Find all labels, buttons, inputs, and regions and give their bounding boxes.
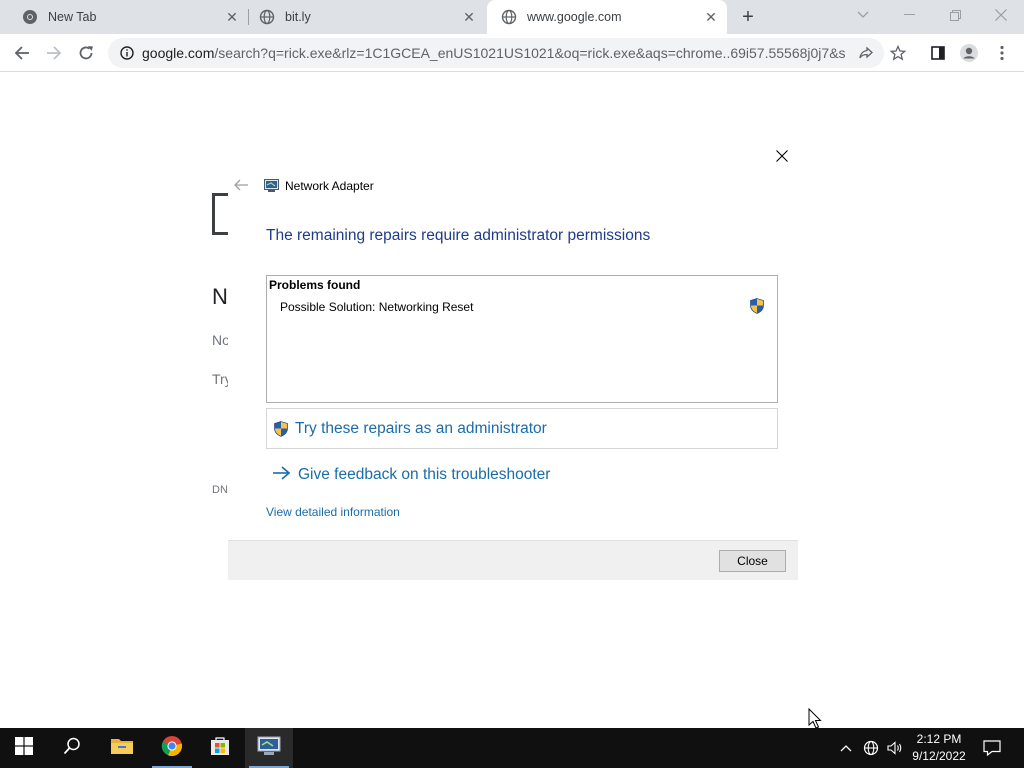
problems-list: Problems found Possible Solution: Networ… bbox=[266, 275, 778, 403]
view-detailed-information-link[interactable]: View detailed information bbox=[266, 505, 400, 519]
dialog-close-icon[interactable] bbox=[773, 147, 791, 165]
menu-kebab-icon[interactable] bbox=[988, 39, 1016, 67]
tab-strip: New Tab ✕ bit.ly ✕ www.google.com ✕ + bbox=[0, 0, 1024, 34]
address-bar[interactable]: google.com/search?q=rick.exe&rlz=1C1GCEA… bbox=[108, 38, 884, 68]
clock-date: 9/12/2022 bbox=[912, 749, 966, 763]
tab-new-tab[interactable]: New Tab ✕ bbox=[8, 0, 248, 34]
share-icon[interactable] bbox=[856, 43, 876, 63]
dialog-app-title: Network Adapter bbox=[285, 179, 374, 193]
dialog-heading: The remaining repairs require administra… bbox=[266, 227, 651, 244]
bookmark-star-icon[interactable] bbox=[888, 43, 908, 63]
action-center-icon[interactable] bbox=[978, 728, 1006, 768]
try-repairs-label: Try these repairs as an administrator bbox=[295, 419, 547, 437]
globe-icon bbox=[259, 9, 275, 25]
reload-icon[interactable] bbox=[72, 39, 100, 67]
error-code-fragment: DN bbox=[212, 484, 228, 496]
problem-item[interactable]: Possible Solution: Networking Reset bbox=[280, 300, 473, 314]
windows-logo-icon bbox=[15, 736, 33, 760]
error-illustration bbox=[212, 193, 228, 235]
file-explorer-icon bbox=[110, 736, 134, 761]
taskbar-chrome[interactable] bbox=[148, 728, 196, 768]
tab-bitly[interactable]: bit.ly ✕ bbox=[249, 0, 485, 34]
globe-icon bbox=[501, 9, 517, 25]
back-arrow-icon[interactable] bbox=[234, 178, 248, 195]
network-adapter-icon bbox=[264, 179, 279, 192]
chrome-icon bbox=[22, 9, 38, 25]
forward-icon[interactable] bbox=[40, 39, 68, 67]
show-hidden-icons-chevron[interactable] bbox=[836, 728, 856, 768]
store-icon bbox=[209, 735, 231, 762]
mouse-cursor-icon bbox=[808, 707, 822, 735]
tab-title: New Tab bbox=[48, 10, 97, 24]
arrow-right-icon bbox=[272, 465, 291, 485]
restore-icon[interactable] bbox=[932, 0, 978, 30]
taskbar: 2:12 PM 9/12/2022 bbox=[0, 728, 1024, 768]
network-globe-icon[interactable] bbox=[860, 728, 882, 768]
address-host: google.com bbox=[142, 45, 215, 61]
close-button[interactable]: Close bbox=[719, 550, 786, 572]
taskbar-search-button[interactable] bbox=[48, 728, 96, 768]
tab-close-icon[interactable]: ✕ bbox=[701, 7, 721, 27]
address-path: /search?q=rick.exe&rlz=1C1GCEA_enUS1021U… bbox=[214, 45, 846, 61]
taskbar-store[interactable] bbox=[196, 728, 244, 768]
side-panel-icon[interactable] bbox=[924, 39, 952, 67]
new-tab-button[interactable]: + bbox=[736, 5, 760, 29]
taskbar-file-explorer[interactable] bbox=[98, 728, 146, 768]
tab-search-chevron-icon[interactable] bbox=[840, 0, 886, 30]
try-repairs-admin-button[interactable]: Try these repairs as an administrator bbox=[266, 408, 778, 449]
tab-title: www.google.com bbox=[527, 10, 622, 24]
volume-icon[interactable] bbox=[884, 728, 906, 768]
browser-toolbar: google.com/search?q=rick.exe&rlz=1C1GCEA… bbox=[0, 34, 1024, 72]
troubleshooter-icon bbox=[257, 736, 281, 761]
address-url: google.com/search?q=rick.exe&rlz=1C1GCEA… bbox=[142, 45, 846, 61]
tab-close-icon[interactable]: ✕ bbox=[222, 7, 242, 27]
tab-title: bit.ly bbox=[285, 10, 311, 24]
error-heading-fragment: N bbox=[212, 284, 228, 309]
chrome-icon bbox=[161, 735, 183, 762]
dialog-footer: Close bbox=[228, 540, 798, 580]
tab-google[interactable]: www.google.com ✕ bbox=[487, 0, 727, 34]
profile-avatar-icon[interactable] bbox=[955, 39, 983, 67]
troubleshooter-dialog: Network Adapter The remaining repairs re… bbox=[228, 140, 798, 580]
uac-shield-icon bbox=[750, 298, 764, 319]
site-info-icon[interactable] bbox=[112, 46, 142, 60]
taskbar-troubleshooter[interactable] bbox=[245, 728, 293, 768]
search-icon bbox=[63, 737, 81, 760]
system-clock[interactable]: 2:12 PM 9/12/2022 bbox=[905, 731, 973, 765]
give-feedback-label: Give feedback on this troubleshooter bbox=[298, 466, 551, 483]
start-button[interactable] bbox=[0, 728, 48, 768]
uac-shield-icon bbox=[274, 420, 288, 437]
minimize-icon[interactable] bbox=[886, 0, 932, 30]
give-feedback-link[interactable]: Give feedback on this troubleshooter bbox=[272, 465, 550, 485]
back-icon[interactable] bbox=[8, 39, 36, 67]
tab-close-icon[interactable]: ✕ bbox=[459, 7, 479, 27]
clock-time: 2:12 PM bbox=[916, 732, 962, 746]
problems-header: Problems found bbox=[269, 278, 361, 292]
window-close-icon[interactable] bbox=[978, 0, 1024, 30]
